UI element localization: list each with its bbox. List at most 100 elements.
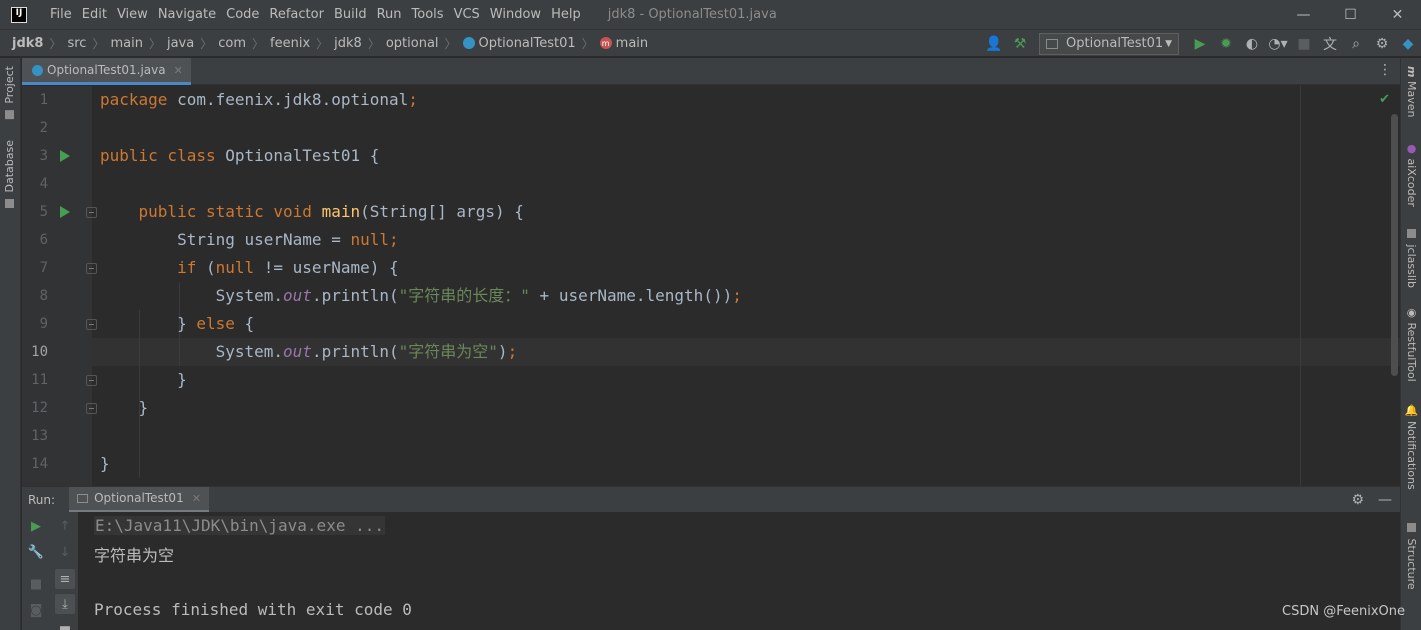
breadcrumb-item-feenix[interactable]: feenix [270, 36, 310, 51]
code-token: != userName) { [254, 258, 399, 277]
menu-bar: File Edit View Navigate Code Refactor Bu… [45, 7, 586, 22]
close-icon[interactable]: ✕ [192, 492, 201, 505]
camera-icon[interactable]: ◙ [26, 600, 46, 620]
tool-window-maven[interactable]: m Maven [1405, 66, 1418, 117]
menu-file[interactable]: File [45, 7, 77, 22]
menu-edit[interactable]: Edit [77, 7, 112, 22]
breadcrumb-item-class[interactable]: OptionalTest01 [462, 36, 576, 51]
debug-icon[interactable]: ✹ [1213, 33, 1239, 55]
fold-icon[interactable] [86, 403, 97, 414]
print-icon[interactable]: ▬ [55, 618, 75, 630]
fold-icon[interactable] [86, 207, 97, 218]
translate-icon[interactable]: 文 [1317, 33, 1343, 55]
fold-icon[interactable] [86, 263, 97, 274]
breadcrumb-item-jdk8[interactable]: jdk8 [334, 36, 362, 51]
tool-window-structure-label: Structure [1405, 538, 1418, 590]
breadcrumb-item-optional[interactable]: optional [386, 36, 439, 51]
menu-code[interactable]: Code [221, 7, 264, 22]
line-number: 11 [31, 372, 48, 388]
tool-window-restfultool[interactable]: ◉ RestfulTool [1405, 306, 1418, 382]
tool-window-project[interactable]: Project [3, 66, 16, 122]
code-line: } [100, 394, 149, 422]
user-icon[interactable]: 👤 [981, 33, 1007, 55]
search-icon[interactable]: ⌕ [1343, 33, 1369, 55]
run-config-icon [77, 493, 89, 503]
console-program-output: 字符串为空 [94, 546, 175, 565]
tool-window-database[interactable]: Database [3, 140, 16, 211]
run-configuration-select[interactable]: OptionalTest01 ▼ [1039, 32, 1179, 55]
method-icon: m [599, 37, 612, 49]
tool-window-structure[interactable]: Structure [1405, 520, 1418, 590]
intellij-logo-icon[interactable]: IJ [11, 6, 27, 23]
run-main-gutter-icon[interactable] [60, 206, 70, 218]
chevron-down-icon: ▼ [1165, 38, 1172, 49]
run-panel-actions: ⚙ — [1351, 487, 1392, 513]
fold-icon[interactable] [86, 375, 97, 386]
minimize-panel-icon[interactable]: — [1378, 492, 1392, 508]
menu-view[interactable]: View [112, 7, 153, 22]
breadcrumb-item-project[interactable]: jdk8 [12, 36, 43, 51]
soft-wrap-icon[interactable]: ≡ [55, 569, 75, 589]
menu-tools[interactable]: Tools [407, 7, 449, 22]
menu-window[interactable]: Window [485, 7, 546, 22]
stop-icon[interactable]: ■ [26, 574, 46, 594]
tab-optionaltest01-java[interactable]: OptionalTest01.java ✕ [22, 58, 191, 85]
menu-run[interactable]: Run [372, 7, 407, 22]
line-number: 3 [39, 148, 48, 164]
run-class-gutter-icon[interactable] [60, 150, 70, 162]
code-line: if (null != userName) { [100, 254, 399, 282]
tool-window-notifications[interactable]: 🔔 Notifications [1405, 404, 1418, 490]
menu-navigate[interactable]: Navigate [153, 7, 221, 22]
minimize-button[interactable]: — [1280, 0, 1327, 29]
tool-window-aixcoder[interactable]: ● aiXcoder [1405, 142, 1418, 207]
tool-window-jclasslib-label: jclasslib [1405, 244, 1418, 288]
right-tool-strip: m Maven ● aiXcoder jclasslib ◉ RestfulTo… [1400, 58, 1421, 630]
down-arrow-icon[interactable]: ↓ [55, 542, 75, 562]
breadcrumb-item-com[interactable]: com [218, 36, 246, 51]
tool-window-notifications-label: Notifications [1405, 420, 1418, 490]
fold-icon[interactable] [86, 319, 97, 330]
close-icon[interactable]: ✕ [174, 64, 183, 77]
line-number: 9 [39, 316, 48, 332]
maximize-button[interactable]: ☐ [1327, 0, 1374, 29]
menu-build[interactable]: Build [329, 7, 372, 22]
ide-logo-icon[interactable]: ◆ [1395, 33, 1421, 55]
code-token: .println( [311, 342, 399, 361]
run-tab-optionaltest01[interactable]: OptionalTest01 ✕ [69, 486, 209, 513]
scroll-to-end-icon[interactable]: ⤓ [55, 594, 75, 614]
close-window-button[interactable]: ✕ [1374, 0, 1421, 29]
profile-icon[interactable]: ◔▾ [1265, 33, 1291, 55]
breadcrumb-item-main[interactable]: main [110, 36, 142, 51]
up-arrow-icon[interactable]: ↑ [55, 516, 75, 536]
database-icon [5, 199, 15, 208]
coverage-icon[interactable]: ◐ [1239, 33, 1265, 55]
stop-icon[interactable]: ■ [1291, 33, 1317, 55]
menu-help[interactable]: Help [546, 7, 586, 22]
inspection-ok-icon[interactable]: ✔ [1379, 92, 1390, 107]
editor-scrollbar[interactable] [1391, 114, 1398, 376]
wrench-icon[interactable]: 🔧 [26, 542, 46, 562]
menu-refactor[interactable]: Refactor [264, 7, 329, 22]
breadcrumb-item-method[interactable]: m main [599, 36, 648, 51]
run-icon[interactable]: ▶ [1187, 33, 1213, 55]
console-exit-message: Process finished with exit code 0 [94, 600, 412, 619]
console-output[interactable]: E:\Java11\JDK\bin\java.exe ... 字符串为空 Pro… [78, 512, 1400, 630]
code-token: public static void [138, 202, 312, 221]
breadcrumb-item-src[interactable]: src [67, 36, 86, 51]
build-hammer-icon[interactable]: ⚒ [1007, 33, 1033, 55]
settings-icon[interactable]: ⚙ [1369, 33, 1395, 55]
window-title: jdk8 - OptionalTest01.java [607, 7, 777, 22]
run-panel-label: Run: [28, 492, 56, 507]
bell-icon: 🔔 [1405, 404, 1418, 418]
breadcrumb-item-java[interactable]: java [167, 36, 194, 51]
menu-vcs[interactable]: VCS [449, 7, 485, 22]
tool-window-jclasslib[interactable]: jclasslib [1405, 226, 1418, 288]
line-number: 12 [31, 400, 48, 416]
code-token: (String[] args) { [360, 202, 524, 221]
more-options-icon[interactable]: ⋮ [1378, 62, 1392, 78]
code-editor[interactable]: 1 2 3 4 5 6 7 8 9 10 11 12 13 14 package com.feenix.j… [22, 86, 1400, 486]
rerun-icon[interactable]: ▶ [26, 516, 46, 536]
code-line: System.out.println("字符串为空"); [100, 338, 518, 366]
settings-icon[interactable]: ⚙ [1351, 492, 1364, 508]
main-toolbar: 👤 ⚒ OptionalTest01 ▼ ▶ ✹ ◐ ◔▾ ■ 文 ⌕ ⚙ ◆ [981, 30, 1421, 57]
